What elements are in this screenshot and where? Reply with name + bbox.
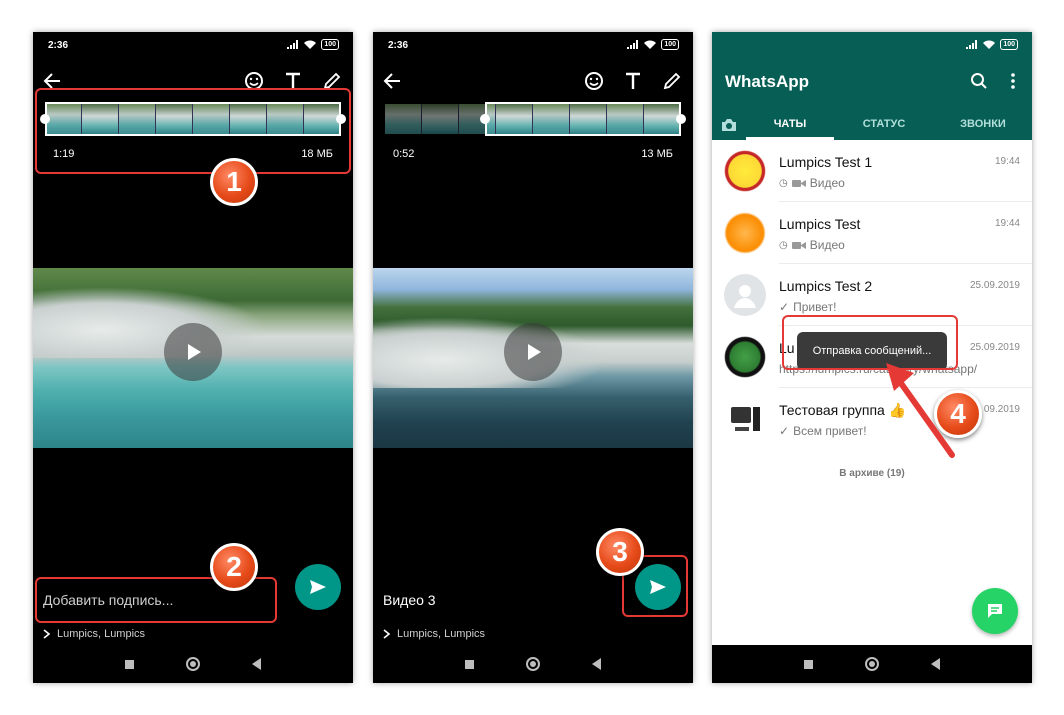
- video-camera-icon: [791, 241, 806, 249]
- tab-camera[interactable]: [712, 110, 746, 140]
- check-icon: ✓: [779, 424, 790, 438]
- editor-toolbar: [373, 64, 693, 100]
- signal-icon: [287, 40, 299, 49]
- status-time: 2:36: [48, 40, 69, 51]
- recents-nav-icon[interactable]: [465, 659, 474, 669]
- play-button[interactable]: [504, 323, 562, 381]
- send-icon: [310, 580, 326, 594]
- recents-nav-icon[interactable]: [804, 659, 813, 669]
- computer-avatar-icon: [731, 407, 760, 431]
- wifi-icon: [983, 40, 996, 49]
- status-bar: 2:36 100: [33, 32, 353, 58]
- new-chat-button[interactable]: [972, 588, 1018, 634]
- chat-last-message: Всем привет!: [793, 424, 867, 438]
- chat-time: 25.09.2019: [969, 280, 1020, 291]
- avatar: [724, 212, 766, 254]
- default-avatar-icon: [734, 285, 756, 308]
- chat-time: 19:44: [994, 218, 1020, 229]
- annotation-arrow: [886, 363, 955, 458]
- avatar: [724, 336, 766, 378]
- clock-icon: ◷: [779, 177, 788, 189]
- chat-item[interactable]: Lumpics Test ◷ Видео 19:44: [712, 202, 1032, 264]
- chat-last-message: Привет!: [793, 300, 837, 314]
- app-title: WhatsApp: [725, 72, 810, 91]
- emoji-icon[interactable]: [581, 68, 607, 94]
- chevron-right-icon: [383, 629, 391, 639]
- search-icon[interactable]: [966, 68, 992, 94]
- recipients-text: Lumpics, Lumpics: [57, 628, 146, 640]
- chat-last-message: Видео: [809, 176, 845, 190]
- trim-size: 13 МБ: [641, 148, 673, 160]
- back-nav-icon[interactable]: [592, 658, 601, 670]
- battery-icon: 100: [321, 39, 339, 50]
- android-nav-bar: [712, 645, 1032, 683]
- chat-time: 25.09.2019: [969, 342, 1020, 353]
- home-nav-icon[interactable]: [526, 657, 540, 671]
- home-nav-icon[interactable]: [186, 657, 200, 671]
- status-bar: 2:36 100: [373, 32, 693, 58]
- more-menu-icon[interactable]: [1000, 68, 1026, 94]
- trim-end-handle[interactable]: [676, 114, 686, 124]
- recipients-line: Lumpics, Lumpics: [383, 628, 485, 640]
- video-camera-icon: [791, 179, 806, 187]
- tab-chats[interactable]: ЧАТЫ: [746, 110, 834, 140]
- message-icon: [988, 604, 1002, 618]
- avatar: [724, 274, 766, 316]
- tab-calls[interactable]: ЗВОНКИ: [934, 110, 1032, 140]
- chat-time: 19:44: [994, 156, 1020, 167]
- video-preview[interactable]: [373, 268, 693, 448]
- step-badge-1: 1: [210, 158, 258, 206]
- check-icon: ✓: [779, 300, 790, 314]
- back-arrow-icon[interactable]: [379, 68, 405, 94]
- play-icon: [528, 344, 541, 360]
- play-button[interactable]: [164, 323, 222, 381]
- status-time: 2:36: [388, 40, 409, 51]
- signal-icon: [966, 40, 978, 49]
- chat-last-message: Видео: [809, 238, 845, 252]
- home-nav-icon[interactable]: [865, 657, 879, 671]
- trim-duration: 0:52: [393, 148, 415, 160]
- back-nav-icon[interactable]: [252, 658, 261, 670]
- chat-time: 09.2019: [983, 404, 1020, 415]
- clock-icon: ◷: [779, 239, 788, 251]
- chevron-right-icon: [43, 629, 51, 639]
- recipients-text: Lumpics, Lumpics: [397, 628, 486, 640]
- wifi-icon: [304, 40, 317, 49]
- chat-name: Lumpics Test 2: [779, 278, 873, 294]
- recents-nav-icon[interactable]: [125, 659, 134, 669]
- send-button[interactable]: [295, 564, 341, 610]
- chat-item[interactable]: Lumpics Test 1 ◷ Видео 19:44: [712, 140, 1032, 202]
- trim-start-handle[interactable]: [480, 114, 490, 124]
- android-nav-bar: [33, 645, 353, 683]
- caption-input[interactable]: Видео 3: [383, 592, 436, 608]
- battery-icon: 100: [1000, 39, 1018, 50]
- step-badge-2: 2: [210, 543, 258, 591]
- video-trim-timeline[interactable]: [385, 102, 686, 136]
- avatar: [724, 150, 766, 192]
- avatar: [724, 398, 766, 440]
- whatsapp-header: WhatsApp ЧАТЫ СТАТУС ЗВОНКИ: [712, 58, 1032, 140]
- android-nav-bar: [373, 645, 693, 683]
- battery-icon: 100: [661, 39, 679, 50]
- step-badge-3: 3: [596, 528, 644, 576]
- text-icon[interactable]: [620, 68, 646, 94]
- chat-name: Lumpics Test: [779, 216, 861, 232]
- highlight-trim-area: [35, 88, 351, 174]
- camera-icon: [722, 119, 736, 131]
- wifi-icon: [644, 40, 657, 49]
- back-nav-icon[interactable]: [931, 658, 940, 670]
- status-bar: 100: [712, 32, 1032, 58]
- tab-status[interactable]: СТАТУС: [834, 110, 934, 140]
- pencil-icon[interactable]: [659, 68, 685, 94]
- trim-selection[interactable]: [485, 102, 681, 136]
- chat-name: Lumpics Test 1: [779, 154, 873, 170]
- recipients-line: Lumpics, Lumpics: [43, 628, 145, 640]
- video-preview[interactable]: [33, 268, 353, 448]
- play-icon: [188, 344, 201, 360]
- tab-bar: ЧАТЫ СТАТУС ЗВОНКИ: [712, 110, 1032, 140]
- archived-chats-link[interactable]: В архиве (19): [712, 468, 1032, 479]
- signal-icon: [627, 40, 639, 49]
